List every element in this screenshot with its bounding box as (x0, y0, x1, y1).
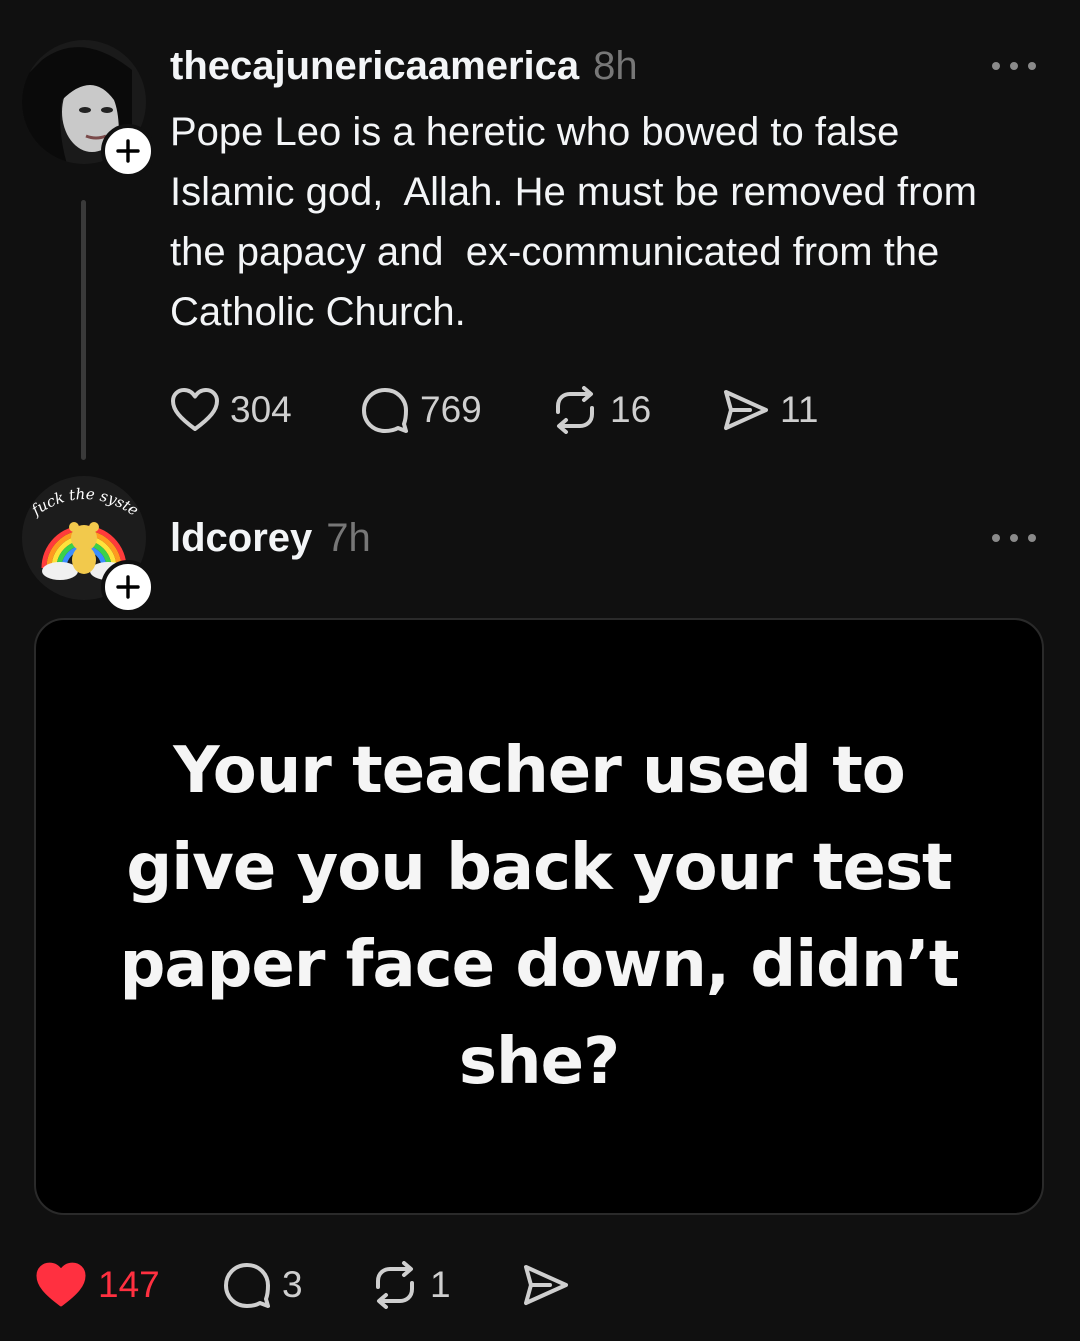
like-button[interactable]: 304 (170, 387, 360, 433)
share-button[interactable] (520, 1261, 600, 1309)
repost-count: 1 (430, 1264, 451, 1305)
follow-button[interactable] (101, 124, 155, 178)
username[interactable]: ldcorey (170, 514, 312, 562)
paper-plane-icon (724, 390, 768, 430)
action-bar: 147 3 1 (34, 1260, 600, 1310)
username[interactable]: thecajunericaamerica (170, 42, 579, 90)
like-button[interactable]: 147 (34, 1261, 222, 1309)
repost-button[interactable]: 16 (550, 386, 720, 434)
repost-count: 16 (610, 389, 652, 430)
like-count: 147 (98, 1264, 160, 1305)
ellipsis-icon (992, 62, 1000, 70)
reply-count: 769 (420, 389, 482, 430)
repost-arrows-icon (376, 1261, 414, 1309)
timestamp: 7h (326, 516, 371, 560)
post-text: Pope Leo is a heretic who bowed to false… (170, 110, 977, 334)
more-options-button[interactable] (992, 528, 1036, 548)
speech-bubble-icon (362, 388, 408, 433)
image-caption-text: Your teacher used to give you back your … (119, 733, 960, 1099)
post-header: ldcorey 7h (170, 514, 371, 562)
action-bar: 304 769 16 11 (170, 386, 860, 434)
paper-plane-icon (524, 1265, 568, 1305)
reply-count: 3 (282, 1264, 303, 1305)
speech-bubble-icon (224, 1263, 270, 1308)
repost-arrows-icon (556, 386, 594, 434)
follow-button[interactable] (101, 560, 155, 614)
like-count: 304 (230, 389, 292, 430)
heart-icon (171, 388, 219, 431)
post-image[interactable]: Your teacher used to give you back your … (34, 618, 1044, 1215)
share-count: 11 (780, 389, 819, 430)
timestamp: 8h (593, 44, 638, 88)
plus-icon (116, 139, 140, 163)
post-header: thecajunericaamerica 8h (170, 42, 638, 90)
thread-line (81, 200, 86, 460)
reply-button[interactable]: 3 (222, 1261, 370, 1309)
more-options-button[interactable] (992, 56, 1036, 76)
repost-button[interactable]: 1 (370, 1261, 520, 1309)
heart-icon (36, 1262, 86, 1307)
share-button[interactable]: 11 (720, 386, 860, 434)
reply-button[interactable]: 769 (360, 386, 550, 434)
plus-icon (116, 575, 140, 599)
ellipsis-icon (992, 534, 1000, 542)
